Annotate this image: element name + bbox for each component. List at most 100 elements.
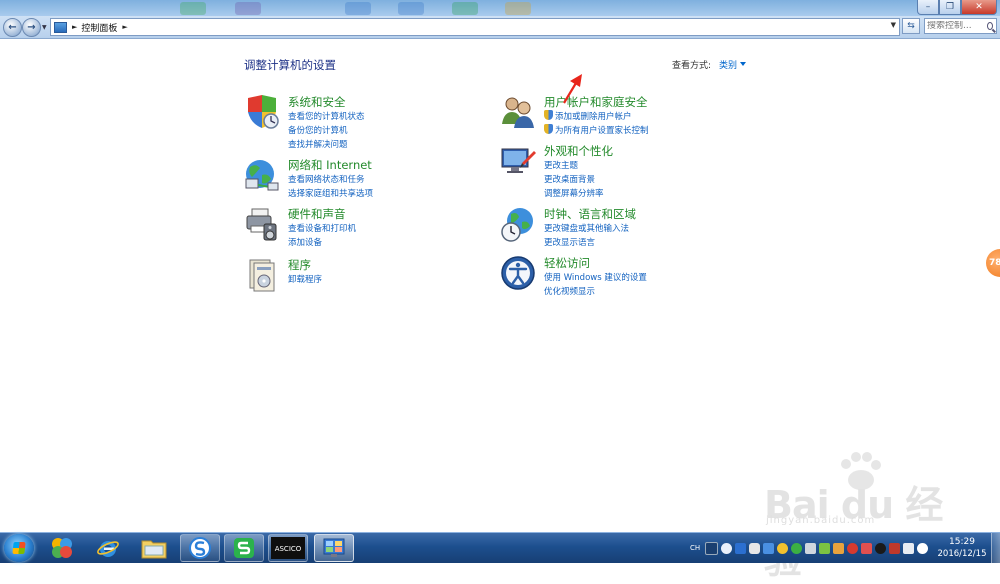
link-recommended-settings[interactable]: 使用 Windows 建议的设置	[544, 271, 647, 283]
control-panel-icon	[323, 538, 345, 557]
category-title[interactable]: 硬件和声音	[288, 206, 346, 222]
tray-app-icon[interactable]	[735, 542, 747, 554]
tray-shield-icon[interactable]	[819, 542, 831, 554]
link-change-background[interactable]: 更改桌面背景	[544, 173, 595, 185]
tray-app3-icon[interactable]	[847, 542, 859, 554]
language-indicator[interactable]: CH	[690, 544, 700, 552]
sogou-icon	[189, 537, 211, 559]
ime-icon[interactable]	[705, 541, 719, 555]
baidu-watermark: Bai du 经验 jingyan.baidu.com	[762, 452, 952, 582]
taskbar-control-panel[interactable]	[314, 534, 354, 562]
tray-app2-icon[interactable]	[833, 542, 845, 554]
category-title[interactable]: 程序	[288, 257, 311, 273]
close-icon: ✕	[975, 1, 983, 12]
view-by-dropdown[interactable]: 类别	[719, 58, 737, 71]
360-tray-icon[interactable]	[777, 542, 789, 554]
taskbar-360[interactable]	[42, 534, 82, 562]
clock[interactable]: 15:29 2016/12/15	[936, 536, 988, 560]
breadcrumb-control-panel[interactable]: 控制面板	[81, 21, 117, 34]
watermark-brand: Bai du 经验	[764, 483, 943, 582]
address-dropdown-icon[interactable]: ▼	[891, 21, 896, 29]
link-parental-controls[interactable]: 为所有用户设置家长控制	[544, 124, 649, 136]
address-field[interactable]: ► 控制面板 ► ▼	[50, 18, 900, 36]
start-button[interactable]	[4, 534, 34, 562]
taskbar-sogou[interactable]	[180, 534, 220, 562]
category-clock-language: 时钟、语言和区域 更改键盘或其他输入法 更改显示语言	[500, 206, 740, 254]
taskbar-ie[interactable]	[88, 534, 128, 562]
display-icon[interactable]	[903, 542, 915, 554]
category-user-accounts: 用户帐户和家庭安全 添加或删除用户帐户 为所有用户设置家长控制	[500, 94, 740, 142]
link-change-input-method[interactable]: 更改键盘或其他输入法	[544, 222, 629, 234]
control-panel-icon	[54, 21, 67, 33]
link-homegroup-sharing[interactable]: 选择家庭组和共享选项	[288, 187, 373, 199]
category-title[interactable]: 外观和个性化	[544, 143, 613, 159]
link-view-computer-status[interactable]: 查看您的计算机状态	[288, 110, 365, 122]
link-optimize-video[interactable]: 优化视频显示	[544, 285, 595, 297]
wps-icon	[234, 538, 254, 558]
back-button[interactable]: ←	[3, 18, 22, 37]
chevron-down-icon[interactable]	[740, 62, 746, 66]
network-icon[interactable]	[244, 157, 280, 193]
system-tray: CH	[690, 539, 929, 557]
hardware-sound-icon[interactable]	[244, 206, 280, 242]
ghost-icon	[452, 2, 478, 15]
link-uninstall-program[interactable]: 卸载程序	[288, 273, 322, 285]
search-box[interactable]	[924, 18, 997, 34]
taskbar-ascico[interactable]: ASCICO	[268, 534, 308, 562]
category-title[interactable]: 系统和安全	[288, 94, 346, 110]
security-icon[interactable]	[763, 542, 775, 554]
help-icon[interactable]	[721, 542, 733, 554]
category-title[interactable]: 网络和 Internet	[288, 157, 372, 173]
category-title[interactable]: 时钟、语言和区域	[544, 206, 636, 222]
refresh-button[interactable]: ⇆	[902, 18, 920, 34]
close-button[interactable]: ✕	[961, 0, 997, 15]
user-accounts-icon[interactable]	[500, 94, 536, 130]
link-add-device[interactable]: 添加设备	[288, 236, 322, 248]
appearance-icon[interactable]	[500, 143, 536, 179]
taskbar-explorer[interactable]	[134, 534, 174, 562]
ease-of-access-icon[interactable]	[500, 255, 536, 291]
category-network: 网络和 Internet 查看网络状态和任务 选择家庭组和共享选项	[244, 157, 484, 205]
sound-muted-icon[interactable]	[917, 542, 929, 554]
tray-dropdown-icon[interactable]	[749, 542, 761, 554]
link-change-theme[interactable]: 更改主题	[544, 159, 578, 171]
link-find-fix-problems[interactable]: 查找并解决问题	[288, 138, 348, 150]
category-appearance: 外观和个性化 更改主题 更改桌面背景 调整屏幕分辨率	[500, 143, 740, 199]
volume-icon[interactable]	[861, 542, 873, 554]
forward-arrow-icon: →	[27, 21, 36, 33]
link-text[interactable]: 添加或删除用户帐户	[555, 112, 632, 122]
programs-icon[interactable]	[244, 257, 280, 293]
search-input[interactable]	[925, 21, 987, 31]
clock-time: 15:29	[949, 537, 975, 547]
maximize-button[interactable]: ❐	[939, 0, 961, 15]
search-icon[interactable]	[987, 22, 993, 30]
link-devices-printers[interactable]: 查看设备和打印机	[288, 222, 356, 234]
history-dropdown-icon[interactable]: ▼	[42, 24, 47, 31]
chevron-right-icon[interactable]: ►	[72, 23, 77, 31]
link-screen-resolution[interactable]: 调整屏幕分辨率	[544, 187, 604, 199]
link-change-display-language[interactable]: 更改显示语言	[544, 236, 595, 248]
windows-logo-icon	[12, 542, 26, 554]
chevron-right-icon[interactable]: ►	[122, 23, 127, 31]
show-desktop-button[interactable]	[991, 533, 1000, 563]
svg-text:ASCICO: ASCICO	[275, 545, 302, 553]
taskbar: ASCICO CH 15:29 2016/12/15	[0, 532, 1000, 563]
minimize-icon: –	[925, 1, 931, 12]
network-tray-icon[interactable]	[805, 542, 817, 554]
link-backup-computer[interactable]: 备份您的计算机	[288, 124, 348, 136]
wechat-icon[interactable]	[791, 542, 803, 554]
clock-date: 2016/12/15	[937, 549, 987, 559]
watermark-url: jingyan.baidu.com	[766, 515, 876, 526]
category-title[interactable]: 轻松访问	[544, 255, 590, 271]
taskbar-wps[interactable]	[224, 534, 264, 562]
clock-language-icon[interactable]	[500, 206, 536, 242]
link-text[interactable]: 为所有用户设置家长控制	[555, 126, 649, 136]
link-add-remove-accounts[interactable]: 添加或删除用户帐户	[544, 110, 632, 122]
qq-icon[interactable]	[875, 542, 887, 554]
side-badge[interactable]: 78	[986, 249, 1000, 277]
minimize-button[interactable]: –	[917, 0, 939, 15]
link-view-network-status[interactable]: 查看网络状态和任务	[288, 173, 365, 185]
forward-button[interactable]: →	[22, 18, 41, 37]
tray-app4-icon[interactable]	[889, 542, 901, 554]
system-security-icon[interactable]	[244, 94, 280, 130]
